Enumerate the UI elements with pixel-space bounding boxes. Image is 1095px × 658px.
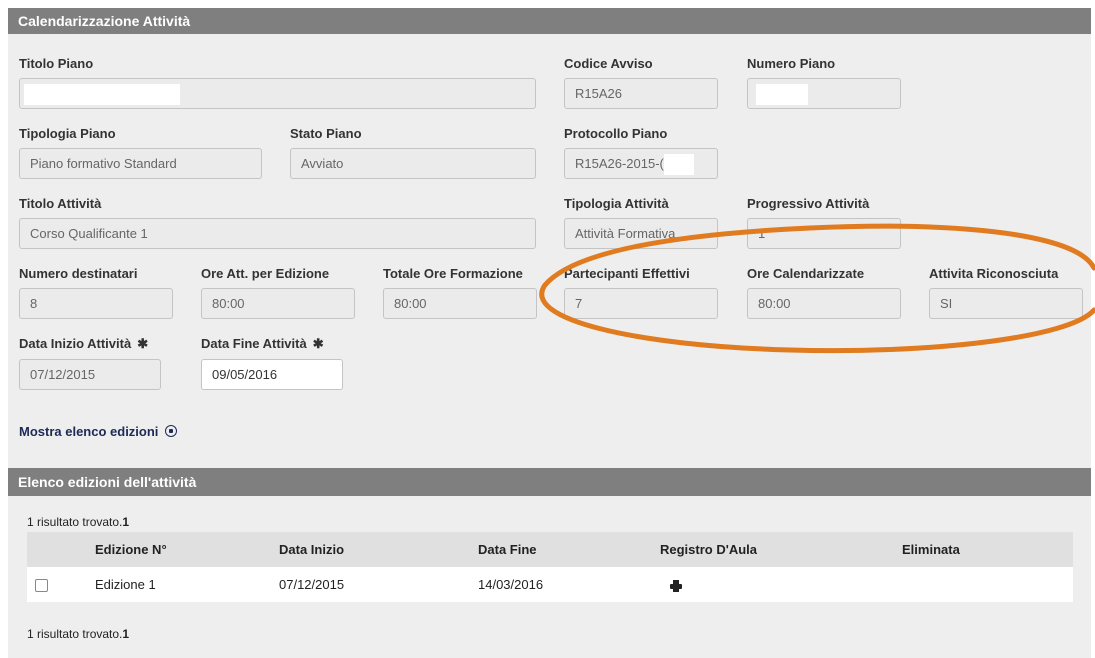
select-column-header — [27, 532, 95, 567]
progressivo-attivita-label: Progressivo Attività — [747, 196, 870, 211]
progressivo-attivita-field[interactable]: 1 — [747, 218, 901, 249]
ore-calendarizzate-label: Ore Calendarizzate — [747, 266, 865, 281]
tipologia-attivita-label: Tipologia Attività — [564, 196, 669, 211]
column-header[interactable]: Registro D'Aula — [660, 532, 902, 567]
table-header-row: Edizione N° Data Inizio Data Fine Regist… — [27, 532, 1073, 567]
result-text: 1 risultato trovato. — [27, 515, 123, 529]
column-header[interactable]: Data Fine — [478, 532, 660, 567]
totale-ore-formazione-field[interactable]: 80:00 — [383, 288, 537, 319]
partecipanti-effettivi-field[interactable]: 7 — [564, 288, 718, 319]
editions-table: Edizione N° Data Inizio Data Fine Regist… — [27, 532, 1073, 602]
redacted-value — [663, 154, 694, 176]
tipologia-piano-label: Tipologia Piano — [19, 126, 116, 141]
mostra-elenco-edizioni-label: Mostra elenco edizioni — [19, 424, 159, 439]
titolo-attivita-field[interactable]: Corso Qualificante 1 — [19, 218, 536, 249]
printer-icon[interactable] — [670, 579, 682, 592]
protocollo-piano-field[interactable]: R15A26-2015-( — [564, 148, 718, 179]
stato-piano-field[interactable]: Avviato — [290, 148, 536, 179]
data-fine-label-text: Data Fine Attività — [201, 336, 307, 351]
eliminata-cell — [902, 567, 1073, 602]
stato-piano-label: Stato Piano — [290, 126, 362, 141]
column-header[interactable]: Edizione N° — [95, 532, 279, 567]
required-icon: ✱ — [312, 336, 324, 351]
data-fine-cell: 14/03/2016 — [478, 567, 660, 602]
titolo-attivita-label: Titolo Attività — [19, 196, 102, 211]
mostra-elenco-edizioni-link[interactable]: Mostra elenco edizioni — [19, 424, 178, 439]
redacted-value — [756, 84, 808, 106]
codice-avviso-field[interactable]: R15A26 — [564, 78, 718, 109]
tipologia-attivita-field[interactable]: Attività Formativa — [564, 218, 718, 249]
required-icon: ✱ — [137, 336, 149, 351]
numero-destinatari-field[interactable]: 8 — [19, 288, 173, 319]
numero-piano-field[interactable] — [747, 78, 901, 109]
titolo-piano-label: Titolo Piano — [19, 56, 94, 71]
data-inizio-label: Data Inizio Attività ✱ — [19, 336, 148, 352]
partecipanti-effettivi-label: Partecipanti Effettivi — [564, 266, 690, 281]
attivita-riconosciuta-field[interactable]: SI — [929, 288, 1083, 319]
protocollo-piano-label: Protocollo Piano — [564, 126, 668, 141]
row-checkbox[interactable] — [35, 579, 48, 593]
attivita-riconosciuta-label: Attivita Riconosciuta — [929, 266, 1059, 281]
data-inizio-field[interactable]: 07/12/2015 — [19, 359, 161, 390]
ore-calendarizzate-field[interactable]: 80:00 — [747, 288, 901, 319]
protocollo-piano-value: R15A26-2015-( — [575, 156, 664, 171]
column-header[interactable]: Data Inizio — [279, 532, 478, 567]
expand-icon[interactable] — [165, 425, 178, 437]
tipologia-piano-field[interactable]: Piano formativo Standard — [19, 148, 262, 179]
section-header: Calendarizzazione Attività — [8, 8, 1091, 34]
totale-ore-formazione-label: Totale Ore Formazione — [383, 266, 523, 281]
data-inizio-cell: 07/12/2015 — [279, 567, 478, 602]
ore-att-edizione-label: Ore Att. per Edizione — [201, 266, 330, 281]
editions-header: Elenco edizioni dell'attività — [8, 468, 1091, 496]
numero-piano-label: Numero Piano — [747, 56, 836, 71]
data-fine-field[interactable]: 09/05/2016 — [201, 359, 343, 390]
result-summary-top: 1 risultato trovato.1 — [27, 515, 129, 529]
data-fine-label: Data Fine Attività ✱ — [201, 336, 324, 352]
redacted-value — [24, 84, 180, 106]
table-row: Edizione 1 07/12/2015 14/03/2016 — [27, 567, 1073, 602]
result-count: 1 — [122, 515, 130, 529]
result-count: 1 — [122, 627, 130, 641]
result-summary-bottom: 1 risultato trovato.1 — [27, 627, 129, 641]
ore-att-edizione-field[interactable]: 80:00 — [201, 288, 355, 319]
data-inizio-label-text: Data Inizio Attività — [19, 336, 132, 351]
titolo-piano-field[interactable] — [19, 78, 536, 109]
numero-destinatari-label: Numero destinatari — [19, 266, 138, 281]
codice-avviso-label: Codice Avviso — [564, 56, 653, 71]
edition-cell[interactable]: Edizione 1 — [95, 567, 279, 602]
result-text: 1 risultato trovato. — [27, 627, 123, 641]
column-header[interactable]: Eliminata — [902, 532, 1073, 567]
